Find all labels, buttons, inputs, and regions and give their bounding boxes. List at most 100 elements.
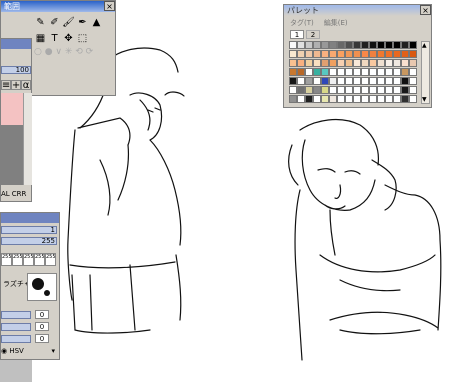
text-icon[interactable]: T xyxy=(48,32,61,45)
palette-swatch[interactable] xyxy=(289,95,297,103)
palette-swatch[interactable] xyxy=(321,50,329,58)
color-field-slider-3[interactable] xyxy=(1,335,31,343)
palette-swatch[interactable] xyxy=(289,68,297,76)
pen-icon[interactable]: ✎ xyxy=(34,16,47,29)
palette-swatch[interactable] xyxy=(377,86,385,94)
palette-swatch[interactable] xyxy=(361,41,369,49)
palette-scrollbar[interactable]: ▲ ▼ xyxy=(421,41,430,104)
palette-swatch[interactable] xyxy=(353,77,361,85)
small-value-box[interactable]: 255 xyxy=(12,253,23,266)
small-value-box[interactable]: 255 xyxy=(23,253,34,266)
palette-swatch[interactable] xyxy=(305,41,313,49)
scroll-up-icon[interactable]: ▲ xyxy=(422,42,427,49)
palette-swatch[interactable] xyxy=(329,50,337,58)
palette-swatch[interactable] xyxy=(321,86,329,94)
small-value-box[interactable]: 255 xyxy=(1,253,12,266)
palette-swatch[interactable] xyxy=(385,86,393,94)
palette-swatch[interactable] xyxy=(337,77,345,85)
layer-add-icon[interactable]: + xyxy=(11,80,21,91)
palette-swatch[interactable] xyxy=(313,50,321,58)
palette-swatch[interactable] xyxy=(321,68,329,76)
palette-swatch[interactable] xyxy=(353,95,361,103)
palette-swatch[interactable] xyxy=(305,86,313,94)
color-mode-select[interactable]: ◉ HSV ▾ xyxy=(1,347,57,357)
palette-swatch[interactable] xyxy=(369,77,377,85)
palette-swatch[interactable] xyxy=(401,50,409,58)
palette-swatch[interactable] xyxy=(385,50,393,58)
palette-swatch[interactable] xyxy=(377,50,385,58)
small-value-box[interactable]: 255 xyxy=(45,253,56,266)
palette-swatch[interactable] xyxy=(401,77,409,85)
palette-swatch[interactable] xyxy=(297,59,305,67)
palette-swatch[interactable] xyxy=(321,95,329,103)
palette-swatch[interactable] xyxy=(353,50,361,58)
palette-swatch[interactable] xyxy=(337,95,345,103)
palette-swatch[interactable] xyxy=(377,59,385,67)
fill-icon[interactable]: ▲ xyxy=(90,16,103,29)
palette-swatch[interactable] xyxy=(393,41,401,49)
close-icon[interactable]: × xyxy=(104,1,115,11)
color-field-1[interactable]: 0 xyxy=(35,310,49,319)
palette-swatch[interactable] xyxy=(393,95,401,103)
palette-swatch[interactable] xyxy=(313,41,321,49)
palette-swatch[interactable] xyxy=(377,77,385,85)
palette-swatch[interactable] xyxy=(297,86,305,94)
palette-swatch[interactable] xyxy=(345,59,353,67)
palette-swatch[interactable] xyxy=(369,59,377,67)
palette-swatch[interactable] xyxy=(297,41,305,49)
palette-swatch[interactable] xyxy=(297,95,305,103)
al-label[interactable]: AL xyxy=(1,190,10,198)
palette-swatch[interactable] xyxy=(289,86,297,94)
palette-swatch[interactable] xyxy=(313,77,321,85)
palette-swatch[interactable] xyxy=(369,50,377,58)
palette-swatch[interactable] xyxy=(337,68,345,76)
palette-swatch[interactable] xyxy=(289,77,297,85)
palette-swatch[interactable] xyxy=(337,86,345,94)
palette-swatch[interactable] xyxy=(409,95,417,103)
palette-swatch[interactable] xyxy=(369,41,377,49)
palette-swatch[interactable] xyxy=(313,59,321,67)
palette-swatch[interactable] xyxy=(409,86,417,94)
menu-tag[interactable]: タグ(T) xyxy=(290,19,314,27)
palette-swatch[interactable] xyxy=(313,86,321,94)
palette-swatch[interactable] xyxy=(361,86,369,94)
palette-swatch[interactable] xyxy=(353,59,361,67)
palette-swatch[interactable] xyxy=(361,59,369,67)
menu-edit[interactable]: 編集(E) xyxy=(324,19,348,27)
palette-swatch[interactable] xyxy=(361,50,369,58)
palette-swatch[interactable] xyxy=(385,59,393,67)
palette-swatch[interactable] xyxy=(393,50,401,58)
palette-swatch[interactable] xyxy=(369,68,377,76)
palette-swatch[interactable] xyxy=(337,50,345,58)
crr-label[interactable]: CRR xyxy=(12,190,27,198)
texture-preview[interactable] xyxy=(27,273,57,301)
palette-swatch[interactable] xyxy=(361,77,369,85)
palette-swatch[interactable] xyxy=(385,95,393,103)
palette-swatch[interactable] xyxy=(345,86,353,94)
palette-swatch[interactable] xyxy=(409,50,417,58)
tab-2[interactable]: 2 xyxy=(306,30,320,39)
color-field-3[interactable]: 0 xyxy=(35,334,49,343)
palette-swatch[interactable] xyxy=(289,41,297,49)
palette-swatch[interactable] xyxy=(377,95,385,103)
layer-scrollbar[interactable] xyxy=(23,93,32,185)
palette-swatch[interactable] xyxy=(289,50,297,58)
tab-1[interactable]: 1 xyxy=(290,30,304,39)
palette-swatch[interactable] xyxy=(361,95,369,103)
alpha-lock-icon[interactable]: α xyxy=(21,80,31,91)
palette-swatch[interactable] xyxy=(321,41,329,49)
layer-list-area[interactable] xyxy=(1,125,23,185)
color-field-2[interactable]: 0 xyxy=(35,322,49,331)
palette-swatch[interactable] xyxy=(369,95,377,103)
palette-swatch[interactable] xyxy=(377,68,385,76)
layer-mode-icon[interactable]: ≡ xyxy=(1,80,11,91)
palette-swatch[interactable] xyxy=(297,68,305,76)
palette-swatch[interactable] xyxy=(377,41,385,49)
palette-swatch[interactable] xyxy=(345,95,353,103)
palette-swatch[interactable] xyxy=(401,59,409,67)
palette-swatch[interactable] xyxy=(345,41,353,49)
palette-swatch[interactable] xyxy=(393,59,401,67)
palette-swatch[interactable] xyxy=(393,77,401,85)
palette-swatch[interactable] xyxy=(393,68,401,76)
palette-swatch[interactable] xyxy=(305,68,313,76)
